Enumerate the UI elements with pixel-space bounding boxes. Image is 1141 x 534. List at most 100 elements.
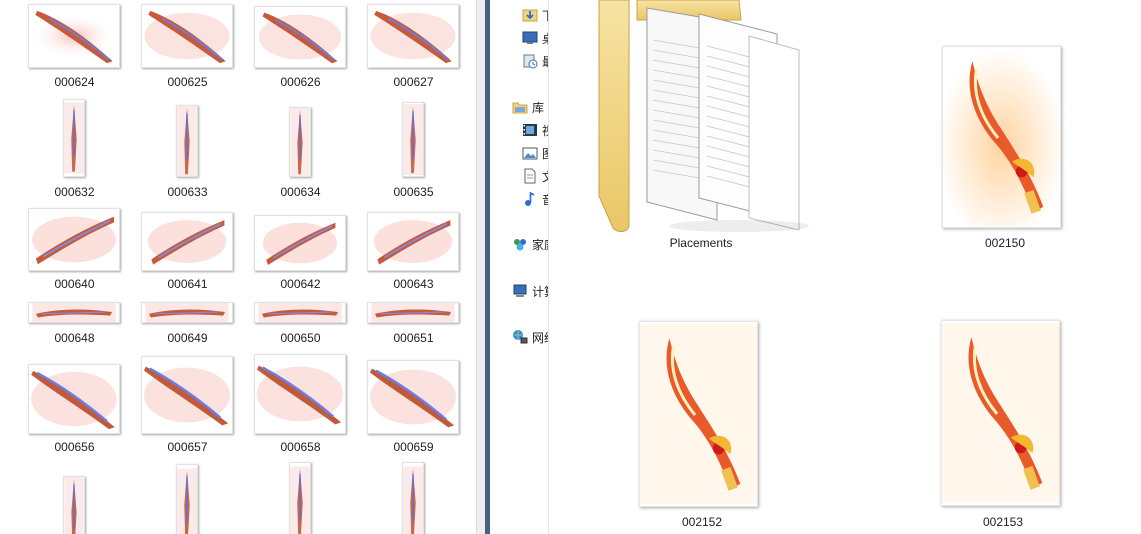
file-thumbnail xyxy=(28,208,120,271)
navigation-pane[interactable]: 下 桌 最 库 视 图 文 音 家庭 计算 网络 xyxy=(490,0,549,534)
music-library-icon xyxy=(522,191,538,207)
file-thumbnail xyxy=(176,464,198,534)
file-item[interactable]: 000650 xyxy=(244,296,357,346)
file-item[interactable]: 000659 xyxy=(357,352,470,456)
file-thumbnail xyxy=(367,360,459,434)
nav-item-label: 下 xyxy=(542,7,548,24)
nav-item-downloads[interactable]: 下 xyxy=(522,4,548,26)
file-name: 000656 xyxy=(54,440,95,454)
file-item[interactable]: 000656 xyxy=(18,352,131,456)
file-item[interactable]: 000658 xyxy=(244,352,357,456)
file-thumbnail xyxy=(289,462,311,534)
file-name: 000626 xyxy=(280,75,321,89)
nav-item-label: 计算 xyxy=(532,284,548,299)
video-library-icon xyxy=(522,122,538,138)
file-name: 002153 xyxy=(982,515,1024,529)
left-file-pane[interactable]: 000624 000625 000626 000627 000632 00063… xyxy=(0,0,476,534)
recent-places-icon xyxy=(522,53,538,69)
right-file-pane[interactable]: Placements 002150 002152 002153 xyxy=(549,0,1141,534)
file-thumbnail xyxy=(254,302,346,323)
file-name: 000635 xyxy=(393,185,434,199)
nav-item-homegroup[interactable]: 家庭 xyxy=(512,233,548,255)
file-name: 000658 xyxy=(280,440,321,454)
file-item[interactable]: 000648 xyxy=(18,296,131,346)
image-file-item[interactable]: 002152 xyxy=(622,315,782,534)
nav-item-label: 文 xyxy=(542,168,548,185)
file-item[interactable]: 000641 xyxy=(131,200,244,292)
folder-icon xyxy=(598,0,809,233)
file-thumbnail xyxy=(254,6,346,68)
file-item[interactable] xyxy=(131,462,244,534)
file-item[interactable] xyxy=(357,462,470,534)
file-name: 000634 xyxy=(280,185,321,199)
file-item[interactable]: 000649 xyxy=(131,296,244,346)
nav-item-pictures[interactable]: 图 xyxy=(522,142,548,164)
file-thumbnail xyxy=(28,364,120,434)
file-item[interactable]: 000642 xyxy=(244,200,357,292)
file-item[interactable]: 000624 xyxy=(18,0,131,92)
nav-item-label: 图 xyxy=(542,145,548,162)
file-thumbnail xyxy=(141,356,233,434)
file-item[interactable]: 000627 xyxy=(357,0,470,92)
file-item[interactable]: 000632 xyxy=(18,96,131,199)
nav-item-libraries[interactable]: 库 xyxy=(512,96,544,118)
file-thumbnail xyxy=(639,321,758,507)
nav-item-desktop[interactable]: 桌 xyxy=(522,27,548,49)
file-name: 000657 xyxy=(167,440,208,454)
downloads-folder-icon xyxy=(522,7,538,23)
folder-name: Placements xyxy=(669,236,733,250)
nav-item-label: 家庭 xyxy=(532,237,548,252)
file-thumbnail xyxy=(176,105,198,177)
file-thumbnail xyxy=(141,302,233,323)
nav-item-recent[interactable]: 最 xyxy=(522,50,548,72)
file-thumbnail xyxy=(402,462,424,534)
file-item[interactable]: 000634 xyxy=(244,96,357,199)
nav-item-computer[interactable]: 计算 xyxy=(512,280,548,302)
file-name: 000648 xyxy=(54,331,95,345)
nav-item-label: 网络 xyxy=(532,330,548,345)
image-file-item[interactable]: 002153 xyxy=(923,315,1083,534)
nav-item-videos[interactable]: 视 xyxy=(522,119,548,141)
file-name: 000649 xyxy=(167,331,208,345)
file-name: 000643 xyxy=(393,277,434,291)
file-name: 000632 xyxy=(54,185,95,199)
nav-item-label: 视 xyxy=(542,122,548,139)
file-thumbnail xyxy=(941,320,1060,506)
file-item[interactable]: 000625 xyxy=(131,0,244,92)
file-thumbnail xyxy=(942,46,1061,228)
file-item[interactable] xyxy=(244,462,357,534)
network-icon xyxy=(512,329,528,345)
file-item[interactable]: 000643 xyxy=(357,200,470,292)
nav-item-label: 音 xyxy=(542,191,548,208)
file-thumbnail xyxy=(28,4,120,68)
folder-item[interactable]: Placements xyxy=(589,0,814,255)
file-name: 000659 xyxy=(393,440,434,454)
nav-item-music[interactable]: 音 xyxy=(522,188,548,210)
file-item[interactable]: 000635 xyxy=(357,96,470,199)
file-item[interactable]: 000626 xyxy=(244,0,357,92)
library-icon xyxy=(512,99,528,115)
file-name: 000641 xyxy=(167,277,208,291)
file-item[interactable]: 000640 xyxy=(18,200,131,292)
computer-icon xyxy=(512,283,528,299)
file-name: 000651 xyxy=(393,331,434,345)
file-item[interactable] xyxy=(18,462,131,534)
desktop-icon xyxy=(522,30,538,46)
image-file-item[interactable]: 002150 xyxy=(925,40,1085,255)
file-item[interactable]: 000633 xyxy=(131,96,244,199)
file-name: 000624 xyxy=(54,75,95,89)
nav-item-label: 最 xyxy=(542,53,548,70)
file-item[interactable]: 000657 xyxy=(131,352,244,456)
nav-item-documents[interactable]: 文 xyxy=(522,165,548,187)
file-thumbnail xyxy=(63,476,85,534)
homegroup-icon xyxy=(512,236,528,252)
file-item[interactable]: 000651 xyxy=(357,296,470,346)
file-thumbnail xyxy=(367,4,459,68)
nav-item-label: 库 xyxy=(532,100,545,115)
nav-item-label: 桌 xyxy=(542,30,548,47)
nav-item-network[interactable]: 网络 xyxy=(512,326,548,348)
file-name: 000650 xyxy=(280,331,321,345)
file-name: 002150 xyxy=(984,236,1026,250)
file-thumbnail xyxy=(289,107,311,177)
file-thumbnail xyxy=(254,354,346,434)
